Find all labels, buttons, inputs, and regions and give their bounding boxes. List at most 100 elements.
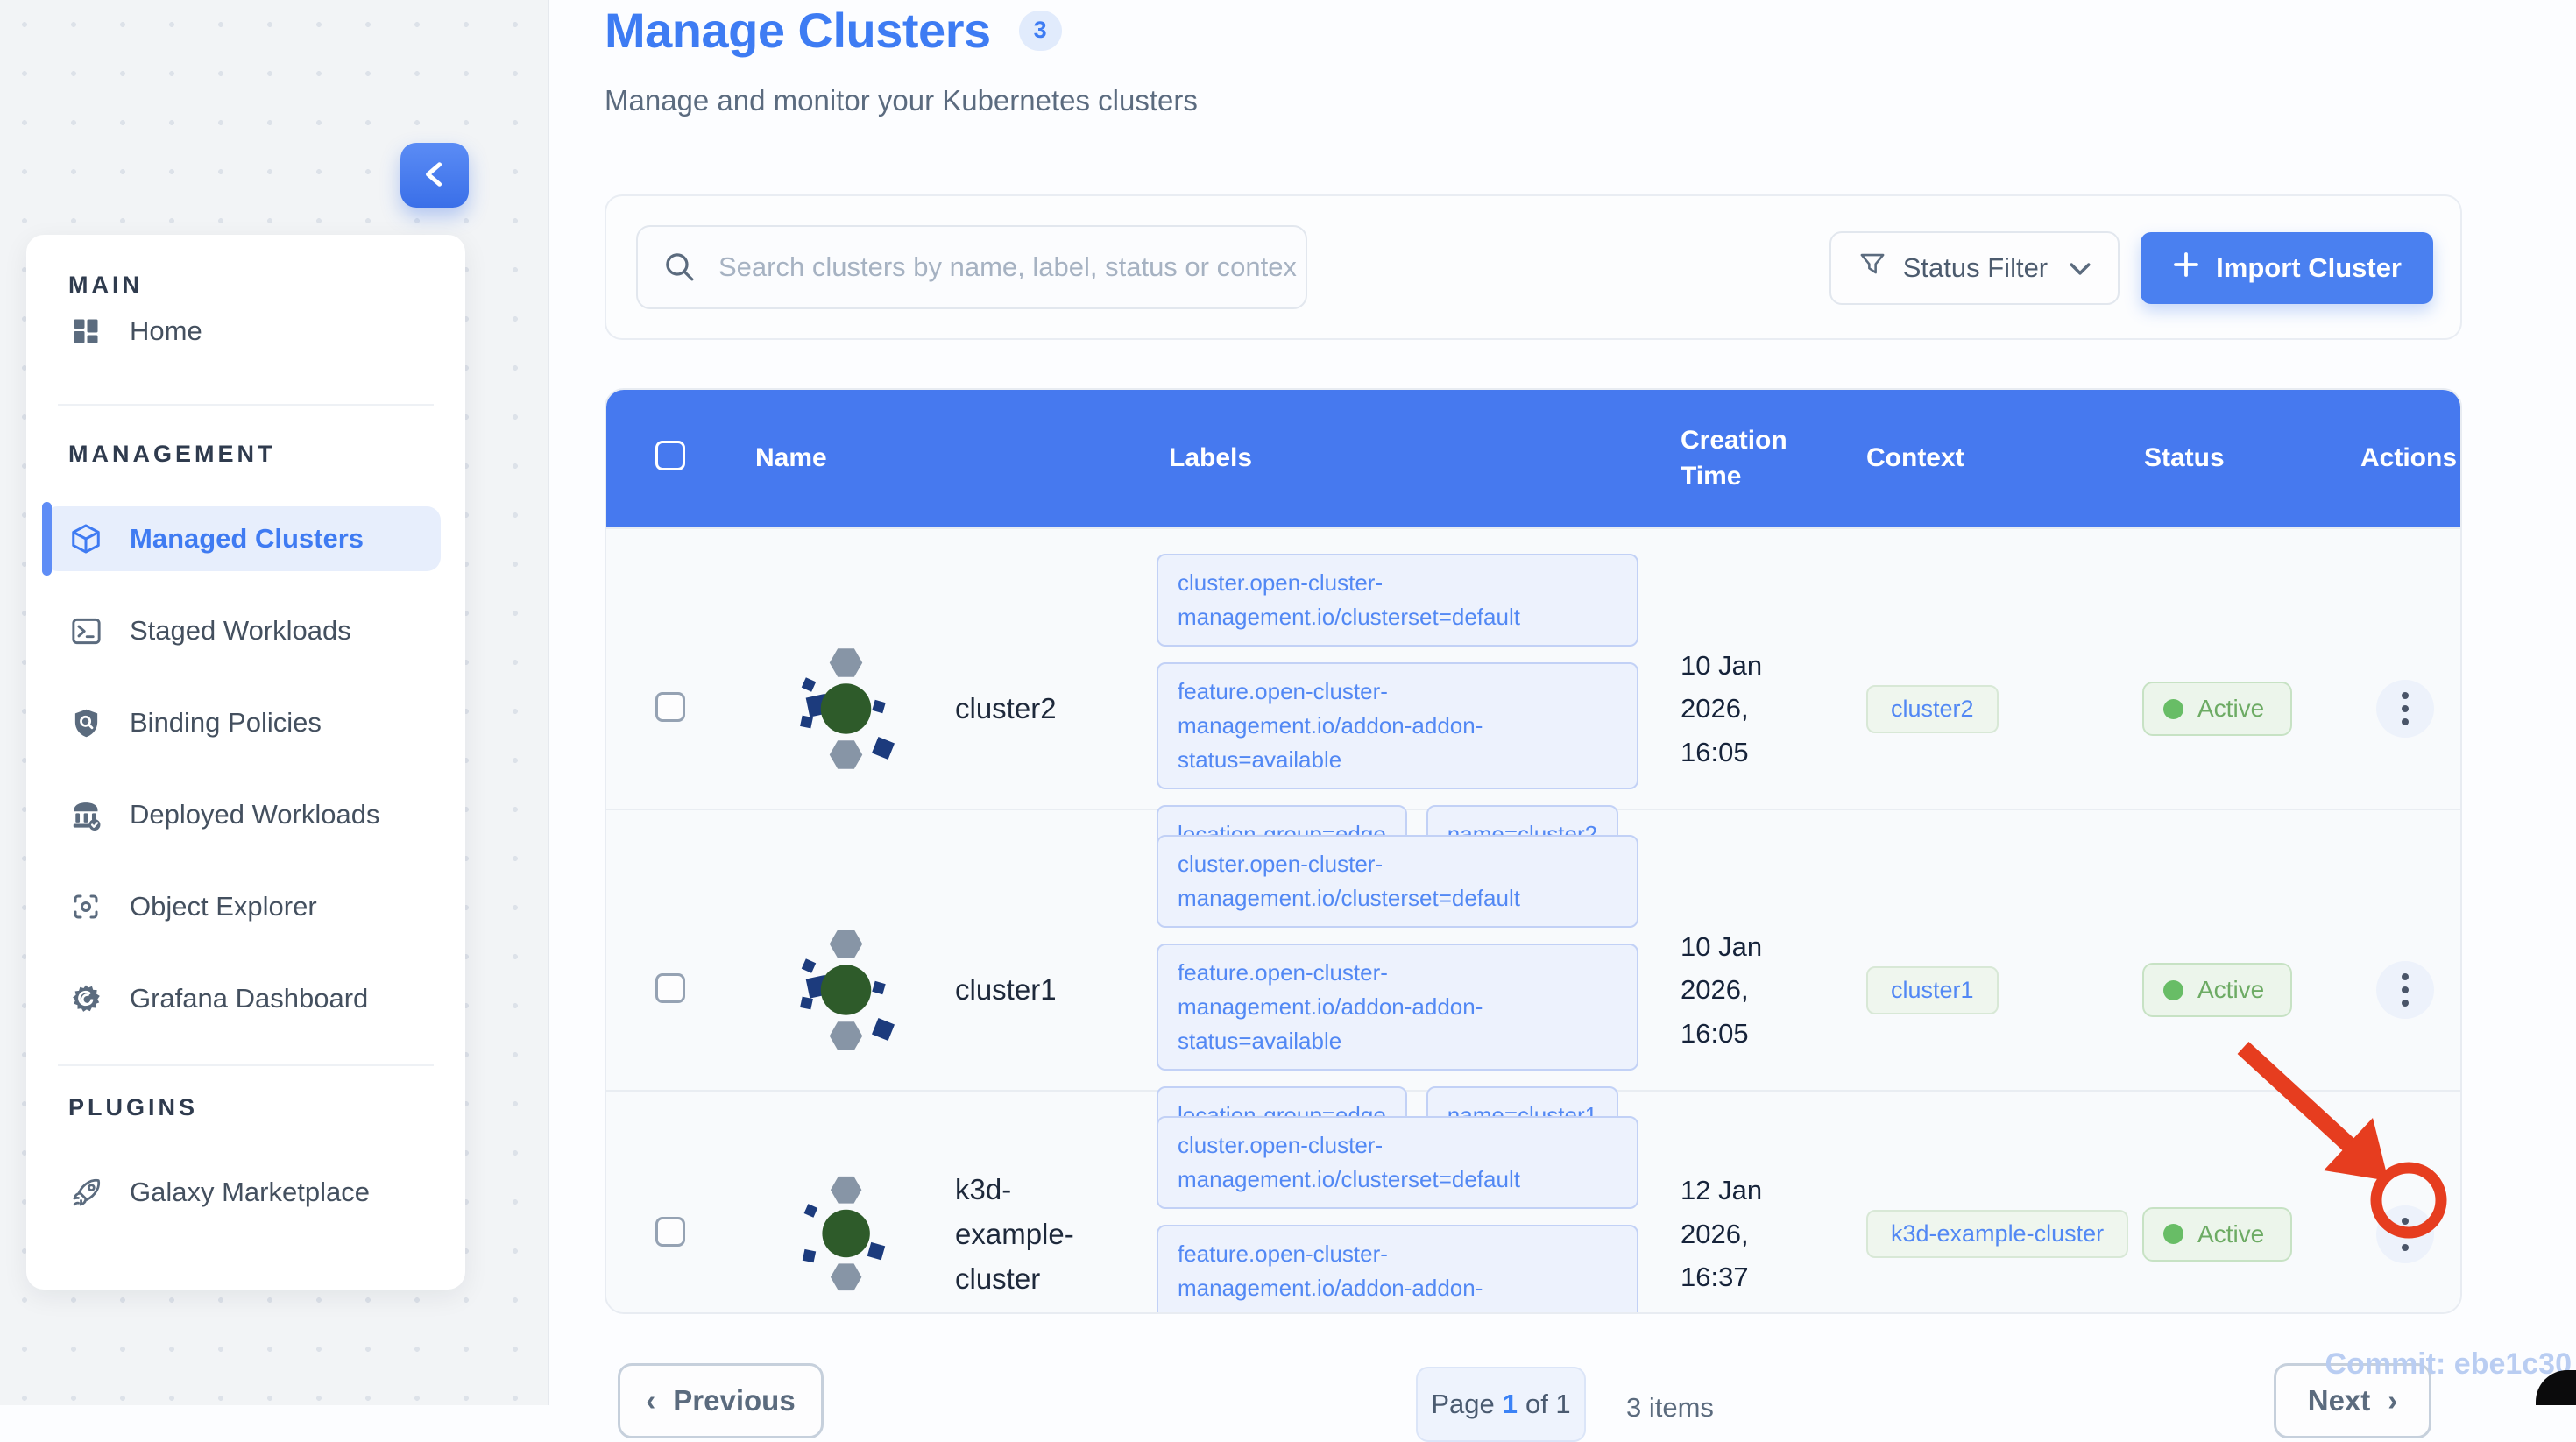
row-checkbox[interactable] <box>655 1217 685 1247</box>
grafana-icon <box>68 981 103 1016</box>
name-cell: cluster1 <box>711 915 1145 1065</box>
name-cell: cluster2 <box>711 633 1145 784</box>
sidebar-item-object-explorer[interactable]: Object Explorer <box>44 874 441 939</box>
label-chip: feature.open-cluster-management.io/addon… <box>1157 1225 1638 1312</box>
sidebar-item-label: Galaxy Marketplace <box>130 1177 370 1207</box>
context-chip: cluster1 <box>1866 965 1999 1014</box>
import-cluster-label: Import Cluster <box>2216 252 2402 283</box>
labels-cell: cluster.open-cluster-management.io/clust… <box>1145 1092 1667 1312</box>
sidebar-divider <box>58 404 434 406</box>
sidebar-item-binding-policies[interactable]: Binding Policies <box>44 690 441 755</box>
column-header-actions: Actions <box>2360 443 2458 473</box>
row-checkbox[interactable] <box>655 691 685 722</box>
chevron-left-icon: ‹ <box>646 1384 656 1417</box>
status-badge: Active <box>2142 963 2293 1017</box>
cluster-logo-icon <box>792 915 904 1065</box>
left-rail: MAIN Home MANAGEMENT Managed Clusters St… <box>0 0 549 1405</box>
context-chip: cluster2 <box>1866 684 1999 733</box>
sidebar-item-label: Object Explorer <box>130 891 317 922</box>
main-content: Manage Clusters 3 Manage and monitor you… <box>549 0 2576 1442</box>
column-header-name: Name <box>755 443 827 473</box>
sidebar-section-management: MANAGEMENT <box>68 441 276 467</box>
cluster-name: cluster1 <box>955 973 1057 1007</box>
sidebar-section-main: MAIN <box>68 272 143 298</box>
current-page: 1 <box>1502 1389 1518 1419</box>
filter-bar: Status Filter Import Cluster <box>605 194 2462 340</box>
table-row: k3d-example-cluster cluster.open-cluster… <box>606 1090 2460 1312</box>
status-label: Active <box>2197 1219 2265 1248</box>
pagination: ‹ Previous Page 1 of 1 3 items Next › <box>605 1363 2462 1442</box>
creation-time: 10 Jan 2026, 16:05 <box>1681 930 1763 1049</box>
status-dot-icon <box>2163 979 2183 1000</box>
scan-icon <box>68 889 103 924</box>
sidebar-item-label: Grafana Dashboard <box>130 983 369 1014</box>
label-chip: feature.open-cluster-management.io/addon… <box>1157 944 1638 1071</box>
sidebar-divider <box>58 1064 434 1066</box>
previous-label: Previous <box>673 1384 796 1417</box>
table-row: cluster1 cluster.open-cluster-management… <box>606 809 2460 1145</box>
label-chip: cluster.open-cluster-management.io/clust… <box>1157 835 1638 928</box>
sidebar-collapse-button[interactable] <box>400 143 469 208</box>
sidebar-section-plugins: PLUGINS <box>68 1094 199 1120</box>
row-actions-button[interactable] <box>2376 680 2434 738</box>
page-prefix: Page <box>1431 1389 1495 1419</box>
row-actions-button[interactable] <box>2376 1205 2434 1263</box>
page-title: Manage Clusters <box>605 3 991 58</box>
search-icon <box>662 250 697 285</box>
status-label: Active <box>2197 695 2265 722</box>
select-all-checkbox[interactable] <box>655 440 685 470</box>
sidebar-item-label: Managed Clusters <box>130 523 364 554</box>
column-header-status: Status <box>2144 443 2225 473</box>
cluster-count-badge: 3 <box>1018 10 1062 51</box>
table-row: cluster2 cluster.open-cluster-management… <box>606 527 2460 864</box>
row-checkbox[interactable] <box>655 972 685 1003</box>
page-indicator-group: Page 1 of 1 3 items <box>1416 1367 1714 1442</box>
sidebar: MAIN Home MANAGEMENT Managed Clusters St… <box>26 235 465 1290</box>
commit-watermark: Commit: ebe1c30 <box>2325 1347 2572 1381</box>
items-count: 3 items <box>1626 1392 1714 1423</box>
funnel-icon <box>1858 250 1887 286</box>
clusters-table: Name Labels Creation Time Context Status… <box>605 388 2462 1314</box>
status-filter-button[interactable]: Status Filter <box>1829 231 2120 305</box>
rocket-icon <box>68 1175 103 1210</box>
import-cluster-button[interactable]: Import Cluster <box>2141 232 2433 304</box>
chevron-left-icon <box>421 159 448 192</box>
previous-page-button[interactable]: ‹ Previous <box>618 1363 824 1438</box>
sidebar-item-label: Deployed Workloads <box>130 799 380 830</box>
status-badge: Active <box>2142 1206 2293 1262</box>
page-suffix: of 1 <box>1525 1389 1571 1419</box>
creation-time: 10 Jan 2026, 16:05 <box>1681 649 1763 767</box>
status-label: Active <box>2197 976 2265 1003</box>
label-chip: cluster.open-cluster-management.io/clust… <box>1157 1116 1638 1209</box>
page-subtitle: Manage and monitor your Kubernetes clust… <box>605 84 1198 117</box>
sidebar-item-deployed-workloads[interactable]: Deployed Workloads <box>44 782 441 847</box>
column-header-creation-time: Creation Time <box>1681 426 1787 491</box>
shield-search-icon <box>68 705 103 740</box>
chevron-down-icon <box>2069 252 2091 284</box>
sidebar-item-grafana-dashboard[interactable]: Grafana Dashboard <box>44 966 441 1031</box>
row-actions-button[interactable] <box>2376 961 2434 1019</box>
chevron-right-icon: › <box>2388 1384 2398 1417</box>
status-dot-icon <box>2163 1224 2183 1244</box>
search-box <box>636 225 1307 309</box>
cluster-logo-icon <box>792 1168 904 1299</box>
plus-icon <box>2172 251 2200 286</box>
cluster-logo-icon <box>792 633 904 784</box>
terminal-icon <box>68 613 103 648</box>
sidebar-item-home[interactable]: Home <box>44 299 441 364</box>
bank-check-icon <box>68 797 103 832</box>
search-input[interactable] <box>717 251 1306 284</box>
filter-controls: Status Filter Import Cluster <box>1829 231 2433 305</box>
sidebar-item-staged-workloads[interactable]: Staged Workloads <box>44 598 441 663</box>
sidebar-item-label: Staged Workloads <box>130 615 351 646</box>
page-header: Manage Clusters 3 <box>605 2 1062 59</box>
cluster-name: cluster2 <box>955 692 1057 725</box>
sidebar-item-managed-clusters[interactable]: Managed Clusters <box>42 502 441 576</box>
cluster-name: k3d-example-cluster <box>955 1172 1074 1296</box>
context-chip: k3d-example-cluster <box>1866 1210 2129 1258</box>
home-icon <box>68 314 103 349</box>
sidebar-item-label: Home <box>130 315 202 346</box>
app-root: MAIN Home MANAGEMENT Managed Clusters St… <box>0 0 2576 1442</box>
label-chip: cluster.open-cluster-management.io/clust… <box>1157 554 1638 647</box>
sidebar-item-galaxy-marketplace[interactable]: Galaxy Marketplace <box>44 1160 441 1225</box>
